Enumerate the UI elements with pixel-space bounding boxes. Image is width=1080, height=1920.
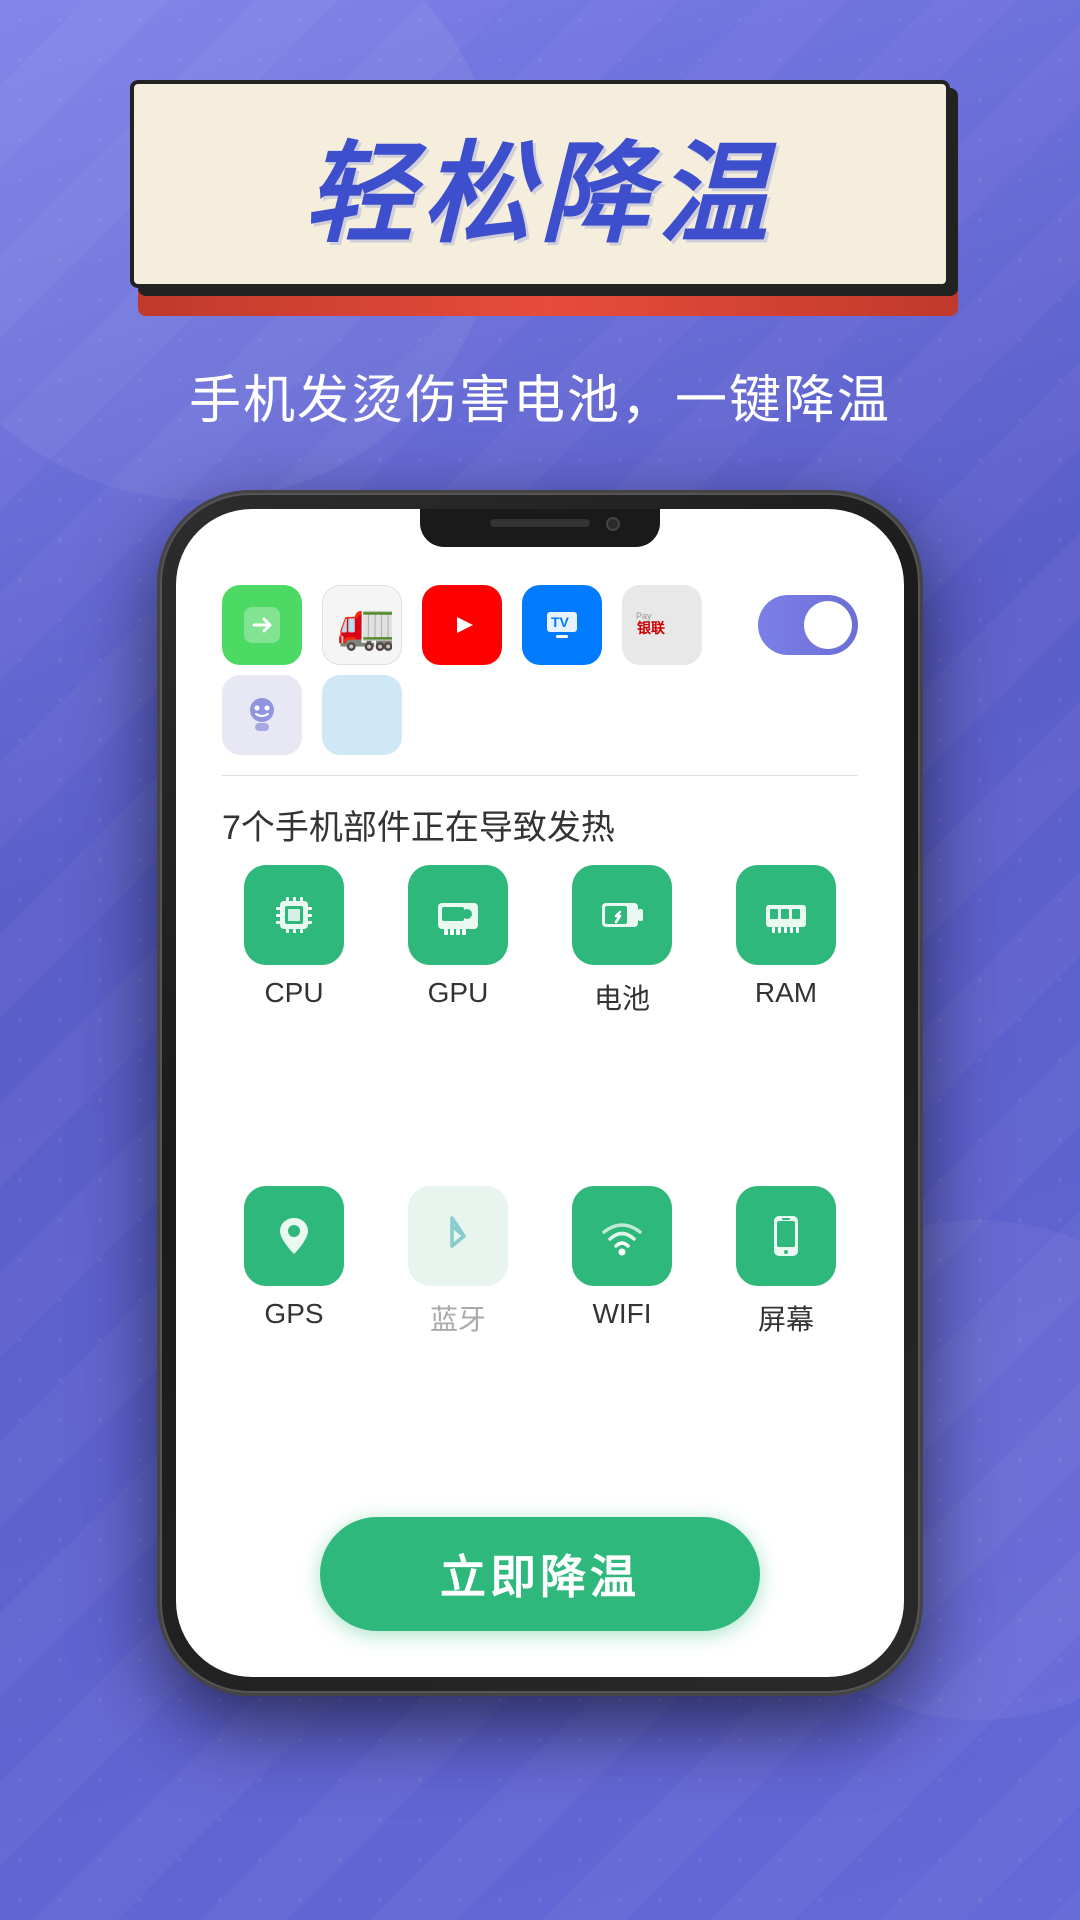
screen-content: 🚛	[192, 525, 888, 1661]
svg-text:银联: 银联	[637, 620, 666, 636]
phone-mockup: 🚛	[160, 493, 920, 1693]
component-wifi: WIFI	[550, 1186, 694, 1487]
app-icons-row-1: 🚛	[192, 575, 888, 675]
cpu-icon	[266, 887, 322, 943]
component-gpu: GPU	[386, 865, 530, 1166]
svg-text:🚛: 🚛	[337, 599, 392, 652]
app-icon-arrow	[222, 585, 302, 665]
component-ram: RAM	[714, 865, 858, 1166]
screen-inner: 🚛	[192, 525, 888, 1661]
screen-label: 屏幕	[758, 1298, 814, 1338]
ram-icon-box	[736, 865, 836, 965]
title-banner: 轻松降温	[130, 80, 950, 288]
notch-camera	[606, 517, 620, 531]
component-battery: 电池	[550, 865, 694, 1166]
toggle-circle	[804, 601, 852, 649]
app-icon-youtube	[422, 585, 502, 665]
page-title: 轻松降温	[174, 104, 906, 264]
subtitle: 手机发烫伤害电池，一键降温	[189, 358, 891, 433]
battery-label: 电池	[594, 977, 650, 1017]
notch-speaker	[490, 519, 590, 527]
gps-icon-box	[244, 1186, 344, 1286]
gpu-icon-box	[408, 865, 508, 965]
app-icon-blank	[322, 675, 402, 755]
ram-icon	[758, 887, 814, 943]
screen-icon-box	[736, 1186, 836, 1286]
app-icon-unionpay: 银联 Pay	[622, 585, 702, 665]
battery-icon-box	[572, 865, 672, 965]
ram-label: RAM	[755, 977, 817, 1009]
page-content: 轻松降温 手机发烫伤害电池，一键降温	[0, 0, 1080, 1920]
wifi-icon-box	[572, 1186, 672, 1286]
gpu-label: GPU	[428, 977, 489, 1009]
svg-text:TV: TV	[551, 614, 570, 630]
gps-label: GPS	[264, 1298, 323, 1330]
battery-icon	[594, 887, 650, 943]
wifi-icon	[594, 1208, 650, 1264]
component-gps: GPS	[222, 1186, 366, 1487]
gps-icon	[266, 1208, 322, 1264]
component-cpu: CPU	[222, 865, 366, 1166]
app-icon-tv: TV	[522, 585, 602, 665]
app-icon-robot	[222, 675, 302, 755]
component-screen: 屏幕	[714, 1186, 858, 1487]
cta-area: 立即降温	[192, 1487, 888, 1661]
app-icons-row-2	[192, 675, 888, 775]
app-icon-truck: 🚛	[322, 585, 402, 665]
heat-warning-text: 7个手机部件正在导致发热	[192, 776, 888, 865]
component-grid: CPU	[192, 865, 888, 1487]
bluetooth-label: 蓝牙	[430, 1298, 486, 1338]
cta-button[interactable]: 立即降温	[320, 1517, 760, 1631]
svg-text:Pay: Pay	[636, 611, 652, 621]
wifi-label: WIFI	[592, 1298, 651, 1330]
phone-inner: 🚛	[176, 509, 904, 1677]
cpu-icon-box	[244, 865, 344, 965]
bluetooth-icon	[430, 1208, 486, 1264]
app-icon-toggle	[758, 595, 858, 655]
phone-notch	[420, 509, 660, 547]
phone-outer: 🚛	[160, 493, 920, 1693]
cpu-label: CPU	[264, 977, 323, 1009]
gpu-icon	[430, 887, 486, 943]
screen-icon	[758, 1208, 814, 1264]
title-shadow-bar	[138, 288, 958, 316]
title-box: 轻松降温	[130, 80, 950, 288]
bluetooth-icon-box	[408, 1186, 508, 1286]
component-bluetooth: 蓝牙	[386, 1186, 530, 1487]
